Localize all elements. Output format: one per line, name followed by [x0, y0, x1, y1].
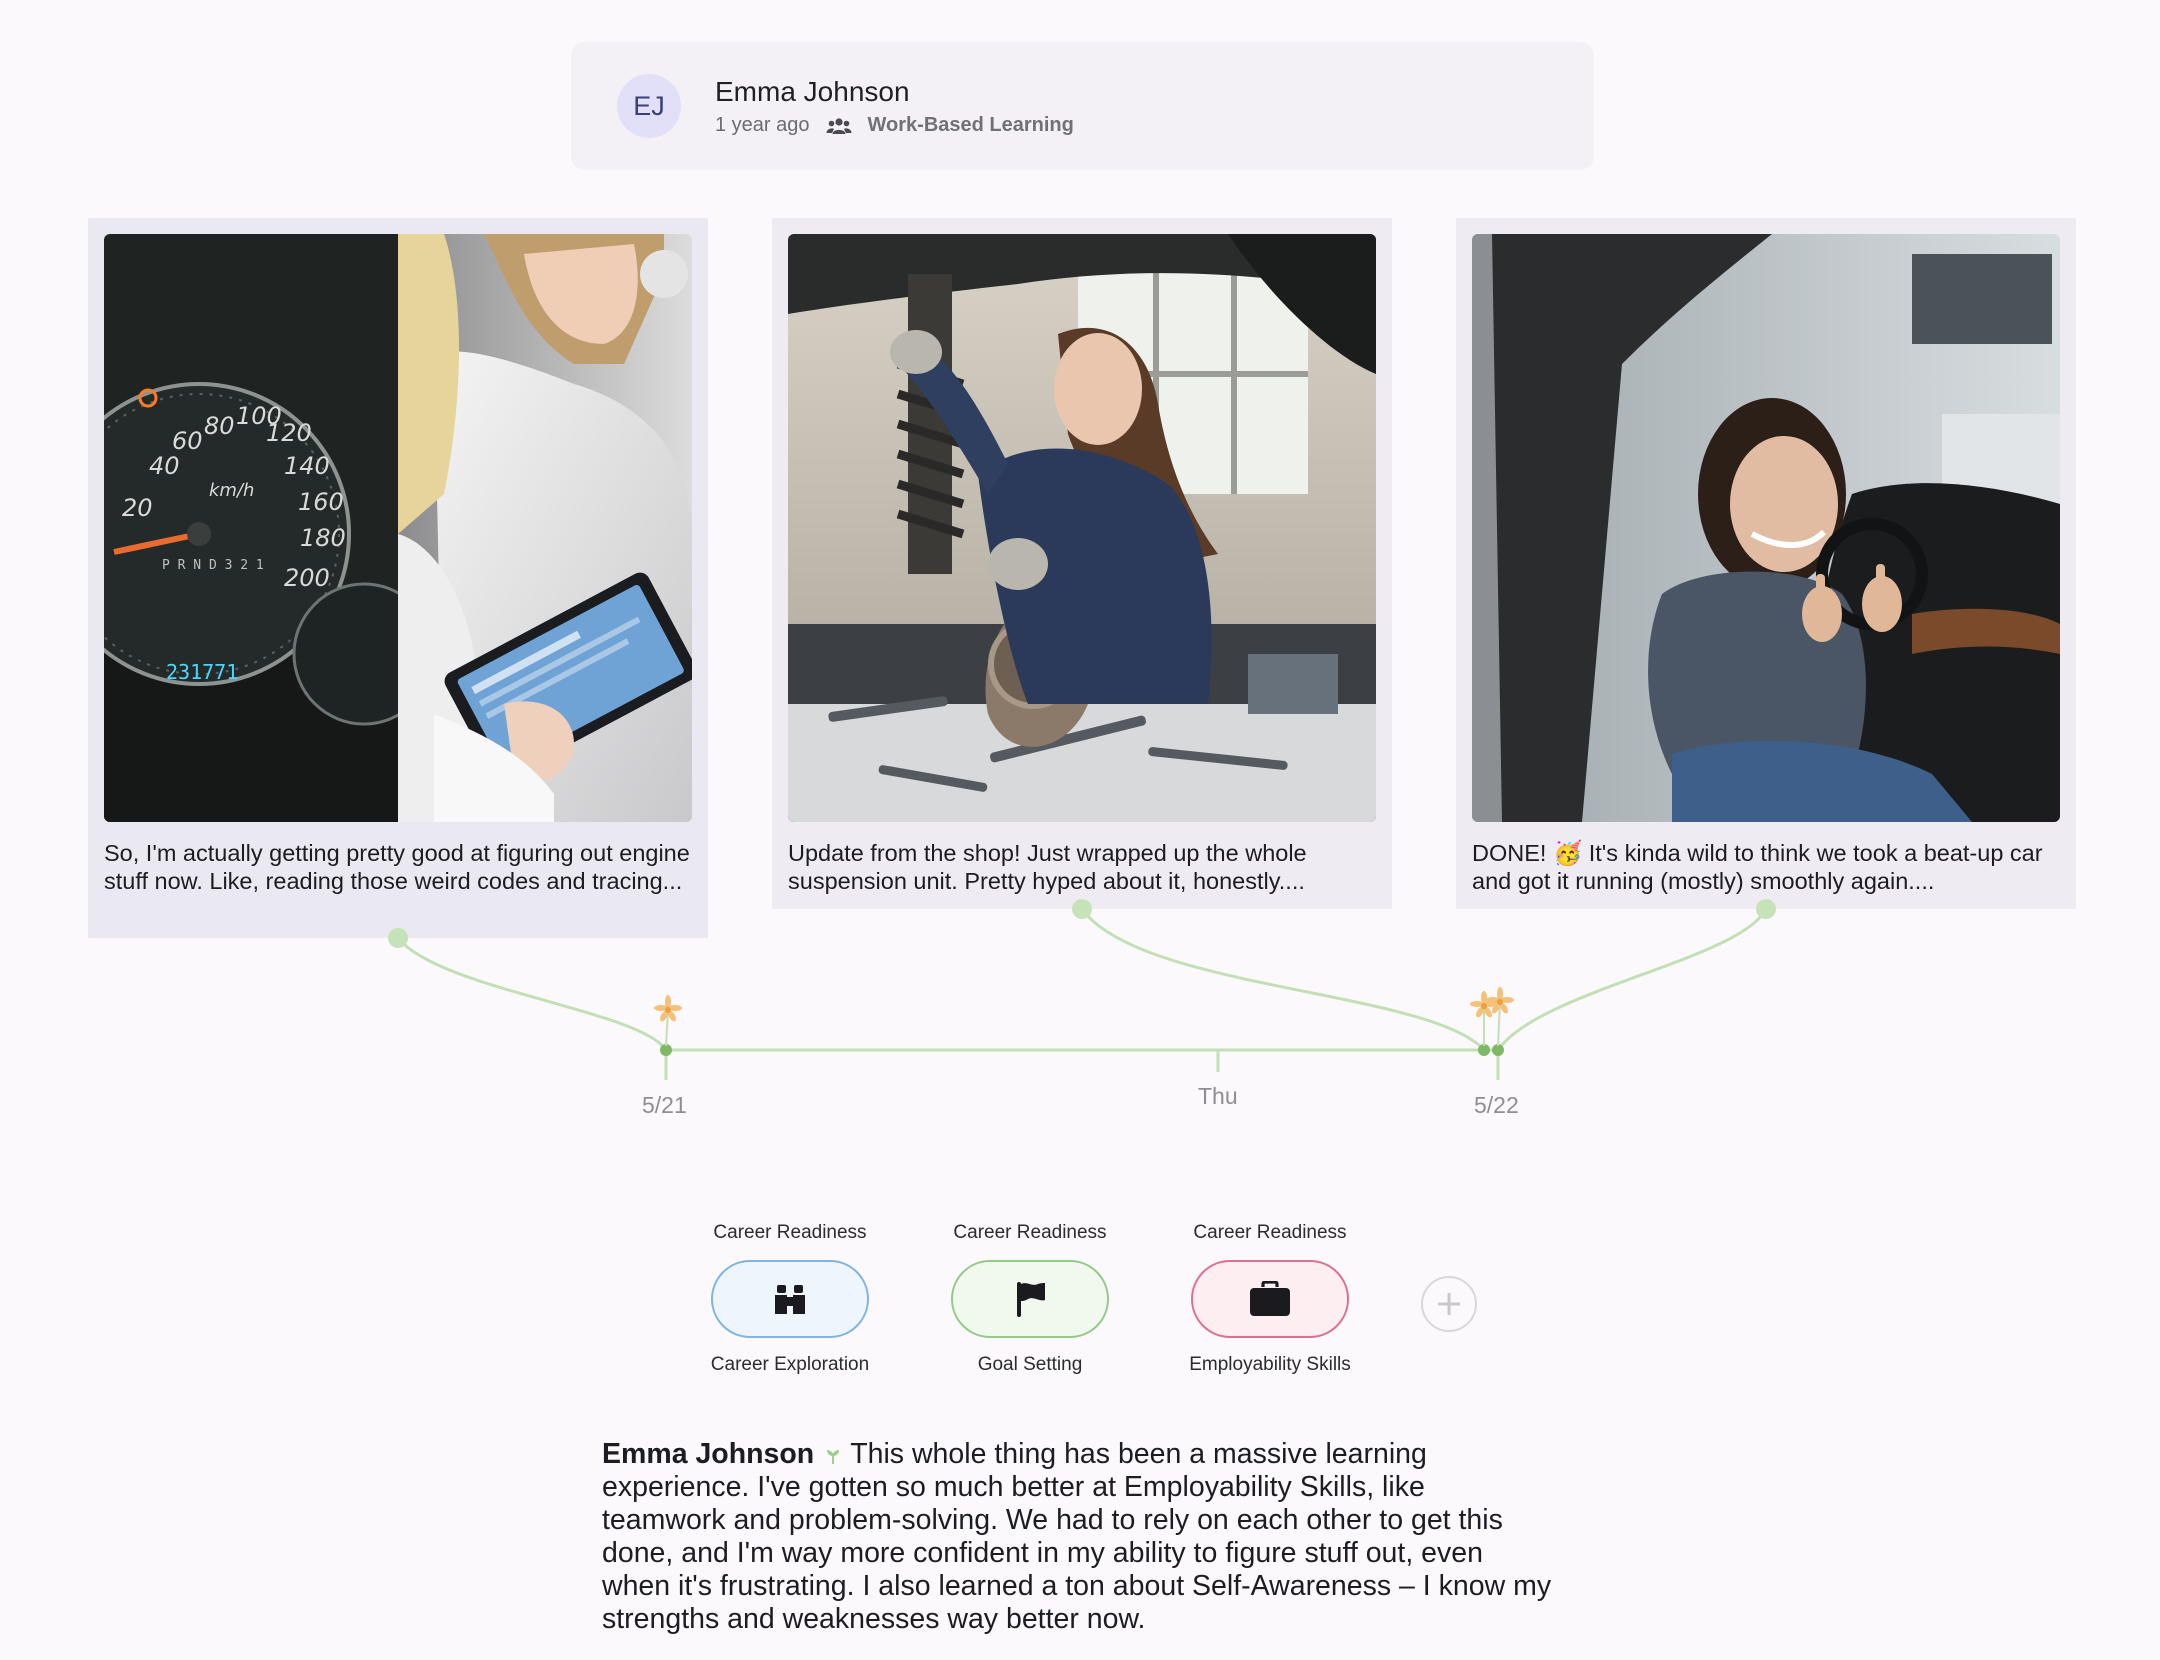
post-header: EJ Emma Johnson 1 year ago Work-Based Le…: [571, 42, 1594, 170]
add-skill-button[interactable]: [1421, 1276, 1477, 1332]
connector-2: [1080, 908, 1486, 1052]
entry-card-1[interactable]: 20 40 60 80 100 120 140 160 180 200 km/h…: [88, 218, 708, 938]
post-timestamp: 1 year ago: [715, 114, 810, 136]
skill-name: Goal Setting: [977, 1354, 1083, 1375]
speedometer-unit: km/h: [209, 480, 254, 501]
sprout-icon: [824, 1440, 842, 1464]
skill-badge[interactable]: [711, 1260, 869, 1338]
post-meta: 1 year ago Work-Based Learning: [715, 114, 1074, 137]
skill-category: Career Readiness: [713, 1222, 867, 1243]
flower-icon: [1486, 987, 1514, 1047]
skill-name: Employability Skills: [1189, 1354, 1351, 1375]
briefcase-icon: [1250, 1281, 1290, 1316]
author-name[interactable]: Emma Johnson: [715, 76, 910, 108]
skill-name: Career Exploration: [710, 1354, 870, 1375]
plus-icon: [1438, 1293, 1460, 1315]
entry-caption: So, I'm actually getting pretty good at …: [104, 840, 690, 894]
flower-icon: [654, 995, 682, 1047]
timeline-tick-label: 5/22: [1474, 1092, 1519, 1118]
timeline-node[interactable]: [660, 1044, 672, 1056]
entry-caption: DONE! 🥳 It's kinda wild to think we took…: [1472, 840, 2043, 894]
avatar[interactable]: EJ: [617, 74, 681, 138]
group-link[interactable]: Work-Based Learning: [868, 114, 1074, 137]
gear-indicator: P R N D 3 2 1: [162, 558, 264, 573]
flower-icon: [1470, 991, 1498, 1046]
skill-badge[interactable]: [1191, 1260, 1349, 1338]
speedometer-label: 140: [284, 452, 330, 480]
skill-category: Career Readiness: [1193, 1222, 1347, 1243]
skill-goal-setting[interactable]: Career Readiness Goal Setting: [935, 1222, 1125, 1376]
entry-card-2[interactable]: Update from the shop! Just wrapped up th…: [772, 218, 1392, 909]
odometer-readout: 231771: [166, 660, 238, 684]
connector-1: [396, 937, 668, 1051]
reflection: Emma Johnson This whole thing has been a …: [602, 1438, 1552, 1636]
speedometer-label: 80: [204, 412, 235, 440]
entry-caption: Update from the shop! Just wrapped up th…: [788, 840, 1307, 894]
skill-category: Career Readiness: [953, 1222, 1107, 1243]
timeline-tick-label: Thu: [1198, 1083, 1238, 1109]
skill-employability-skills[interactable]: Career Readiness Employability Skills: [1175, 1222, 1365, 1376]
reflection-author[interactable]: Emma Johnson: [602, 1438, 814, 1470]
entry-card-3[interactable]: DONE! 🥳 It's kinda wild to think we took…: [1456, 218, 2076, 909]
suspension-repair-photo[interactable]: [788, 234, 1376, 822]
skill-career-exploration[interactable]: Career Readiness Career Exploration: [695, 1222, 885, 1376]
timeline-node[interactable]: [1478, 1044, 1490, 1056]
binoculars-icon: [775, 1285, 805, 1314]
speedometer-label: 40: [149, 452, 180, 480]
car-thumbs-up-photo[interactable]: [1472, 234, 2060, 822]
dashboard-and-tablet-photo[interactable]: 20 40 60 80 100 120 140 160 180 200 km/h…: [104, 234, 692, 822]
speedometer-label: 60: [172, 427, 203, 455]
speedometer-label: 160: [298, 488, 344, 516]
flag-icon: [1017, 1282, 1045, 1317]
skill-badge[interactable]: [951, 1260, 1109, 1338]
connector-3: [1496, 908, 1768, 1051]
speedometer-label: 20: [122, 494, 153, 522]
timeline-node[interactable]: [1492, 1044, 1504, 1056]
timeline-tick-label: 5/21: [642, 1092, 687, 1118]
speedometer-label: 180: [300, 524, 346, 552]
speedometer-label: 200: [284, 564, 330, 592]
group-icon: [826, 117, 852, 135]
speedometer-label: 120: [266, 419, 312, 447]
